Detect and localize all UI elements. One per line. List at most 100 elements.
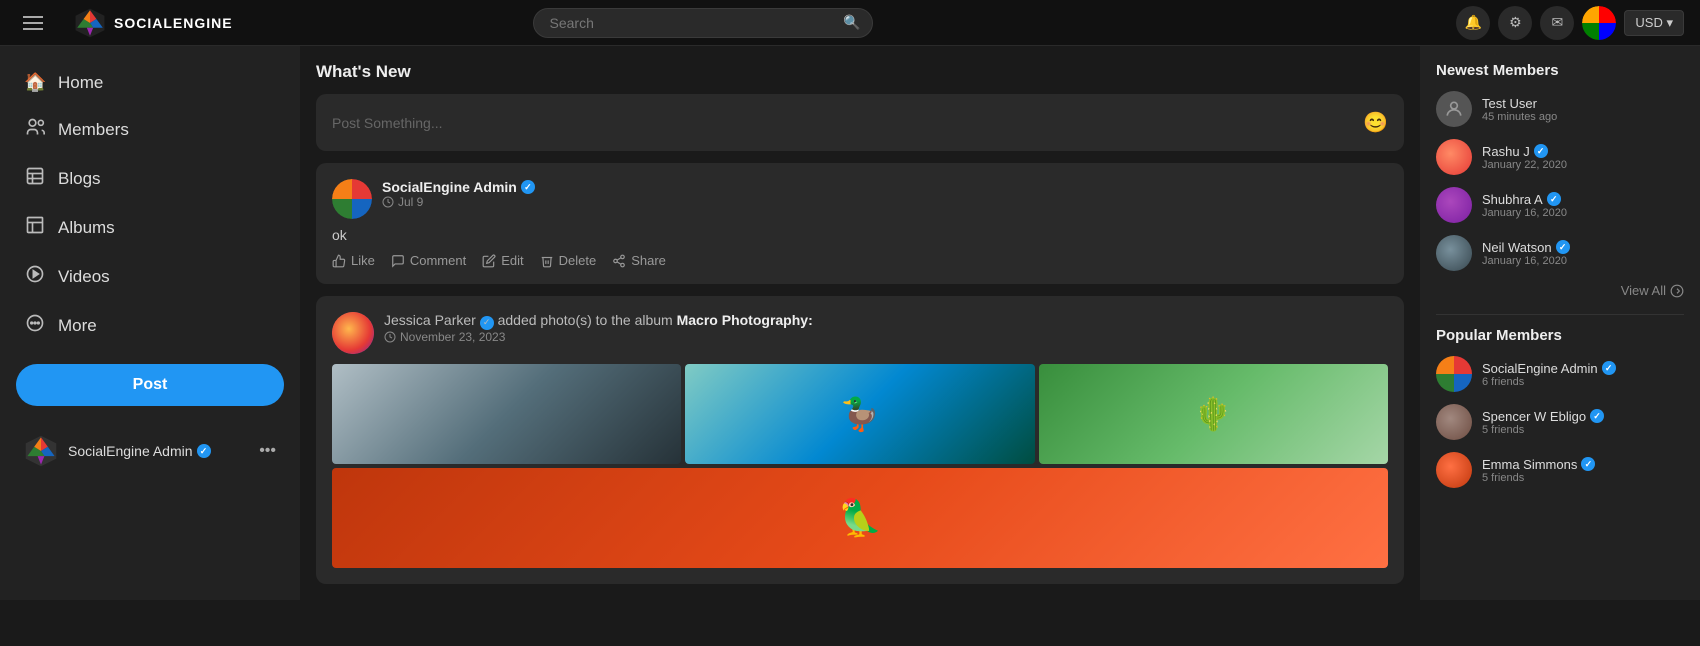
newest-member-rashu[interactable]: Rashu J ✓ January 22, 2020 — [1436, 139, 1684, 175]
user-options-button[interactable]: ••• — [259, 442, 276, 460]
settings-button[interactable]: ⚙ — [1498, 6, 1532, 40]
rashu-avatar — [1436, 139, 1472, 175]
photo-duck[interactable]: 🦆 — [685, 364, 1034, 464]
rashu-name: Rashu J ✓ — [1482, 144, 1567, 159]
jessica-avatar[interactable] — [332, 312, 374, 354]
feed-post-admin: SocialEngine Admin ✓ Jul 9 ok Like — [316, 163, 1404, 284]
photo-cactus[interactable]: 🌵 — [1039, 364, 1388, 464]
popular-member-spencer[interactable]: Spencer W Ebligo ✓ 5 friends — [1436, 404, 1684, 440]
right-sidebar: Newest Members Test User 45 minutes ago … — [1420, 46, 1700, 600]
newest-member-neil[interactable]: Neil Watson ✓ January 16, 2020 — [1436, 235, 1684, 271]
test-user-time: 45 minutes ago — [1482, 111, 1557, 123]
rashu-verified: ✓ — [1534, 144, 1548, 158]
view-all-newest-link[interactable]: View All — [1621, 283, 1684, 298]
post-author-verified: ✓ — [521, 180, 535, 194]
hamburger-menu-button[interactable] — [16, 6, 50, 40]
popular-member-emma[interactable]: Emma Simmons ✓ 5 friends — [1436, 452, 1684, 488]
post-actions-row: Like Comment Edit Delete Share — [332, 253, 1388, 268]
view-all-newest-row[interactable]: View All — [1436, 283, 1684, 298]
newest-member-test-user[interactable]: Test User 45 minutes ago — [1436, 91, 1684, 127]
delete-button[interactable]: Delete — [540, 253, 597, 268]
sidebar-user-logo-icon — [24, 434, 58, 468]
test-user-avatar — [1436, 91, 1472, 127]
search-input[interactable] — [533, 8, 873, 38]
sidebar-item-blogs[interactable]: Blogs — [8, 156, 292, 201]
emma-info: Emma Simmons ✓ 5 friends — [1482, 457, 1595, 484]
sidebar-item-albums[interactable]: Albums — [8, 205, 292, 250]
albums-icon — [24, 215, 46, 240]
emoji-picker-icon[interactable]: 😊 — [1363, 110, 1388, 135]
post-placeholder-text: Post Something... — [332, 115, 443, 131]
comment-button[interactable]: Comment — [391, 253, 466, 268]
hamburger-icon — [23, 16, 43, 30]
whats-new-title: What's New — [316, 62, 1404, 82]
post-header: SocialEngine Admin ✓ Jul 9 — [332, 179, 1388, 219]
post-author-avatar[interactable] — [332, 179, 372, 219]
sidebar-item-videos[interactable]: Videos — [8, 254, 292, 299]
post-author-name: SocialEngine Admin ✓ — [382, 179, 535, 195]
photo-leaves[interactable] — [332, 364, 681, 464]
shubhra-verified: ✓ — [1547, 192, 1561, 206]
user-avatar-button[interactable] — [1582, 6, 1616, 40]
notifications-button[interactable]: 🔔 — [1456, 6, 1490, 40]
emma-friends: 5 friends — [1482, 472, 1595, 484]
videos-icon — [24, 264, 46, 289]
sidebar-item-members[interactable]: Members — [8, 107, 292, 152]
page-layout: 🏠 Home Members Blogs Albums Videos — [0, 46, 1700, 600]
messages-button[interactable]: ✉ — [1540, 6, 1574, 40]
share-button[interactable]: Share — [612, 253, 666, 268]
socialengine-logo-icon — [74, 7, 106, 39]
sidebar-user-profile[interactable]: SocialEngine Admin ✓ ••• — [8, 422, 292, 480]
popular-members-title: Popular Members — [1436, 327, 1684, 344]
like-button[interactable]: Like — [332, 253, 375, 268]
se-admin-info: SocialEngine Admin ✓ 6 friends — [1482, 361, 1616, 388]
neil-verified: ✓ — [1556, 240, 1570, 254]
members-icon — [24, 117, 46, 142]
left-sidebar: 🏠 Home Members Blogs Albums Videos — [0, 46, 300, 600]
sidebar-item-blogs-label: Blogs — [58, 169, 101, 189]
jessica-post-header: Jessica Parker ✓ added photo(s) to the a… — [332, 312, 1388, 354]
spencer-verified: ✓ — [1590, 409, 1604, 423]
nav-actions-area: 🔔 ⚙ ✉ USD ▾ — [1456, 6, 1684, 40]
emma-name: Emma Simmons ✓ — [1482, 457, 1595, 472]
edit-button[interactable]: Edit — [482, 253, 523, 268]
se-admin-friends: 6 friends — [1482, 376, 1616, 388]
search-submit-button[interactable]: 🔍 — [843, 14, 860, 31]
spencer-avatar — [1436, 404, 1472, 440]
sidebar-item-more-label: More — [58, 316, 97, 336]
emma-verified: ✓ — [1581, 457, 1595, 471]
se-admin-name: SocialEngine Admin ✓ — [1482, 361, 1616, 376]
photo-bird[interactable]: 🦜 — [332, 468, 1388, 568]
post-button[interactable]: Post — [16, 364, 284, 406]
neil-info: Neil Watson ✓ January 16, 2020 — [1482, 240, 1570, 267]
post-date: Jul 9 — [382, 195, 535, 209]
jessica-verified-badge: ✓ — [480, 316, 494, 330]
sidebar-item-more[interactable]: More — [8, 303, 292, 348]
currency-selector[interactable]: USD ▾ — [1624, 10, 1684, 36]
sidebar-item-members-label: Members — [58, 120, 129, 140]
shubhra-time: January 16, 2020 — [1482, 207, 1567, 219]
jessica-author-line: Jessica Parker ✓ added photo(s) to the a… — [384, 312, 813, 330]
sidebar-item-home-label: Home — [58, 73, 103, 93]
sidebar-item-videos-label: Videos — [58, 267, 110, 287]
user-verified-badge: ✓ — [197, 444, 211, 458]
photo-grid-top: 🦆 🌵 — [332, 364, 1388, 464]
post-input-area[interactable]: Post Something... 😊 — [316, 94, 1404, 151]
newest-members-title: Newest Members — [1436, 62, 1684, 79]
post-meta: SocialEngine Admin ✓ Jul 9 — [382, 179, 535, 209]
test-user-name: Test User — [1482, 96, 1557, 111]
newest-member-shubhra[interactable]: Shubhra A ✓ January 16, 2020 — [1436, 187, 1684, 223]
emma-avatar — [1436, 452, 1472, 488]
spencer-name: Spencer W Ebligo ✓ — [1482, 409, 1604, 424]
brand-name-text: SOCIALENGINE — [114, 15, 233, 31]
jessica-meta: Jessica Parker ✓ added photo(s) to the a… — [384, 312, 813, 344]
sidebar-item-home[interactable]: 🏠 Home — [8, 62, 292, 103]
brand-logo-area[interactable]: SOCIALENGINE — [74, 7, 233, 39]
feed-post-jessica: Jessica Parker ✓ added photo(s) to the a… — [316, 296, 1404, 584]
shubhra-name: Shubhra A ✓ — [1482, 192, 1567, 207]
shubhra-info: Shubhra A ✓ January 16, 2020 — [1482, 192, 1567, 219]
top-navigation: SOCIALENGINE 🔍 🔔 ⚙ ✉ USD ▾ — [0, 0, 1700, 46]
blogs-icon — [24, 166, 46, 191]
popular-member-se-admin[interactable]: SocialEngine Admin ✓ 6 friends — [1436, 356, 1684, 392]
sidebar-user-name-text: SocialEngine Admin ✓ — [68, 443, 211, 459]
